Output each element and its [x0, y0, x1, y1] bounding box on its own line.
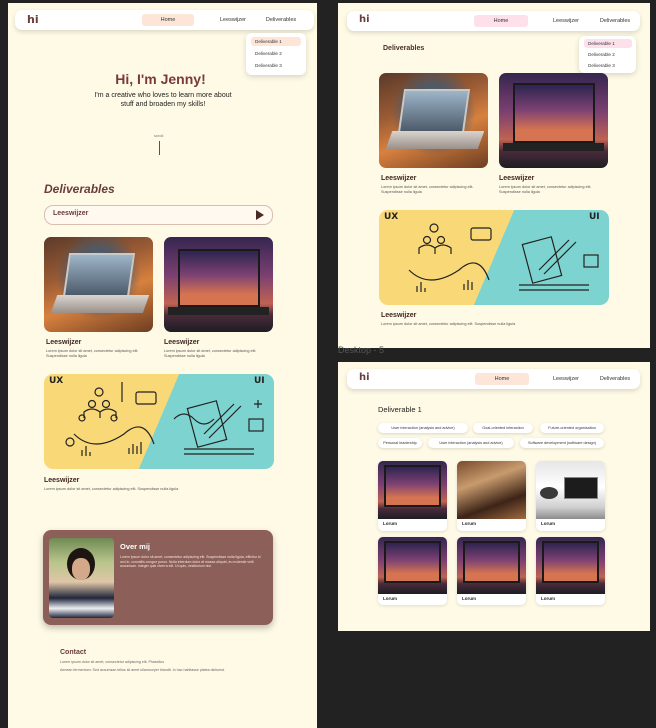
dropdown-deliverable-3[interactable]: Deliverable 3 — [251, 61, 286, 70]
grid-label-4: Lorum — [383, 596, 397, 601]
grid-label-3: Lorum — [541, 521, 555, 526]
ux-ui-illustration-2[interactable]: UX UI — [379, 210, 609, 305]
ux-label-2: UX — [384, 212, 398, 222]
top-nav: hi Home Leeswijzer Deliverables — [15, 10, 314, 30]
dropdown-2-deliverable-1[interactable]: Deliverable 1 — [584, 39, 632, 48]
dropdown-2-deliverable-3[interactable]: Deliverable 3 — [584, 61, 619, 70]
logo-2[interactable]: hi — [359, 14, 370, 25]
grid-card-1[interactable]: Lorum — [378, 461, 447, 531]
ux-ui-drawing: UX UI — [49, 376, 265, 456]
nav-home-2[interactable]: Home — [474, 15, 528, 27]
ui-label-2: UI — [589, 212, 600, 222]
card-2-title: Leeswijzer — [164, 339, 200, 346]
laptop-image-3[interactable] — [379, 73, 488, 168]
nav-deliverables-2[interactable]: Deliverables — [593, 15, 637, 27]
deliverables-heading-2: Deliverables — [383, 45, 425, 52]
leeswijzer-button[interactable]: Leeswijzer — [44, 205, 273, 225]
nav-deliverables-3[interactable]: Deliverables — [593, 373, 637, 385]
deliverables-heading: Deliverables — [44, 182, 115, 196]
laptop-image-1[interactable] — [44, 237, 153, 332]
wide-card-title-2: Leeswijzer — [381, 312, 417, 319]
deliverables-dropdown-2: Deliverable 1 Deliverable 2 Deliverable … — [579, 36, 636, 73]
nav-leeswijzer[interactable]: Leeswijzer — [213, 14, 253, 26]
grid-card-5[interactable]: Lorum — [457, 537, 526, 605]
ui-label: UI — [254, 376, 265, 386]
ux-ui-drawing-2: UX UI — [384, 212, 600, 292]
deliverable-1-title: Deliverable 1 — [378, 405, 422, 414]
nav-deliverables[interactable]: Deliverables — [259, 14, 303, 26]
landing-frame: hi Home Leeswijzer Deliverables Delivera… — [8, 3, 317, 728]
grid-card-4[interactable]: Lorum — [378, 537, 447, 605]
about-card: Over mij Lorem ipsum dolor sit amet, con… — [43, 530, 273, 625]
logo-3[interactable]: hi — [359, 372, 370, 383]
grid-card-2[interactable]: Lorum — [457, 461, 526, 531]
tag-6[interactable]: Software development (software design) — [520, 438, 604, 448]
card-2-text: Lorem ipsum dolor sit amet, consectetur … — [164, 349, 257, 358]
grid-card-6[interactable]: Lorum — [536, 537, 605, 605]
laptop-image-2[interactable] — [164, 237, 273, 332]
nav-leeswijzer-3[interactable]: Leeswijzer — [546, 373, 586, 385]
tag-1[interactable]: User interaction (analysis and advice) — [378, 423, 468, 433]
hero-subtitle: I'm a creative who loves to learn more a… — [94, 92, 232, 108]
deliverables-dropdown: Deliverable 1 Deliverable 2 Deliverable … — [246, 33, 306, 75]
grid-label-6: Lorum — [541, 596, 555, 601]
ux-label: UX — [49, 376, 63, 386]
nav-leeswijzer-2[interactable]: Leeswijzer — [546, 15, 586, 27]
nav-home[interactable]: Home — [142, 14, 194, 26]
grid-image-1 — [378, 461, 447, 519]
desktop-5-label: Desktop - 5 — [338, 345, 385, 355]
wide-card-title: Leeswijzer — [44, 477, 80, 484]
card-3-title: Leeswijzer — [381, 175, 417, 182]
scroll-line — [159, 141, 160, 155]
grid-card-3[interactable]: Lorum — [536, 461, 605, 531]
contact-line-1: Lorem ipsum dolor sit amet, consectetur … — [60, 660, 165, 664]
ux-ui-illustration[interactable]: UX UI — [44, 374, 274, 469]
wide-card-text-2: Lorem ipsum dolor sit amet, consectetur … — [381, 322, 516, 326]
play-icon — [256, 210, 264, 220]
top-nav-3: hi Home Leeswijzer Deliverables — [347, 369, 640, 389]
hero-title: Hi, I'm Jenny! — [115, 71, 206, 87]
profile-photo — [49, 538, 114, 618]
grid-label-1: Lorum — [383, 521, 397, 526]
laptop-image-4[interactable] — [499, 73, 608, 168]
logo[interactable]: hi — [27, 13, 39, 26]
tag-2[interactable]: Goal-oriented interaction — [473, 423, 533, 433]
card-1-title: Leeswijzer — [46, 339, 82, 346]
grid-image-6 — [536, 537, 605, 594]
card-1-text: Lorem ipsum dolor sit amet, consectetur … — [46, 349, 139, 358]
dropdown-2-deliverable-2[interactable]: Deliverable 2 — [584, 50, 619, 59]
card-4-text: Lorem ipsum dolor sit amet, consectetur … — [499, 185, 592, 194]
deliverable-1-frame: hi Home Leeswijzer Deliverables Delivera… — [338, 362, 650, 631]
top-nav-2: hi Home Leeswijzer Deliverables — [347, 11, 640, 31]
tag-3[interactable]: Future-oriented organisation — [540, 423, 604, 433]
grid-image-3 — [536, 461, 605, 519]
dropdown-deliverable-1[interactable]: Deliverable 1 — [251, 37, 301, 46]
nav-home-3[interactable]: Home — [475, 373, 529, 385]
grid-label-5: Lorum — [462, 596, 476, 601]
scroll-label: scroll — [154, 133, 164, 138]
grid-label-2: Lorum — [462, 521, 476, 526]
contact-line-2: Aenean fermentum. Sed accumsan tellus si… — [60, 668, 225, 672]
about-text: Lorem ipsum dolor sit amet, consectetur … — [120, 555, 261, 568]
card-4-title: Leeswijzer — [499, 175, 535, 182]
grid-image-2 — [457, 461, 526, 519]
contact-title: Contact — [60, 649, 87, 656]
card-3-text: Lorem ipsum dolor sit amet, consectetur … — [381, 185, 474, 194]
deliverables-frame: hi Home Leeswijzer Deliverables Delivera… — [338, 3, 650, 348]
grid-image-4 — [378, 537, 447, 594]
dropdown-deliverable-2[interactable]: Deliverable 2 — [251, 49, 286, 58]
about-title: Over mij — [120, 542, 151, 551]
leeswijzer-button-label: Leeswijzer — [53, 210, 89, 217]
grid-image-5 — [457, 537, 526, 594]
tag-5[interactable]: User interaction (analysis and advice) — [428, 438, 514, 448]
wide-card-text: Lorem ipsum dolor sit amet, consectetur … — [44, 487, 179, 491]
tag-4[interactable]: Personal leadership — [378, 438, 422, 448]
